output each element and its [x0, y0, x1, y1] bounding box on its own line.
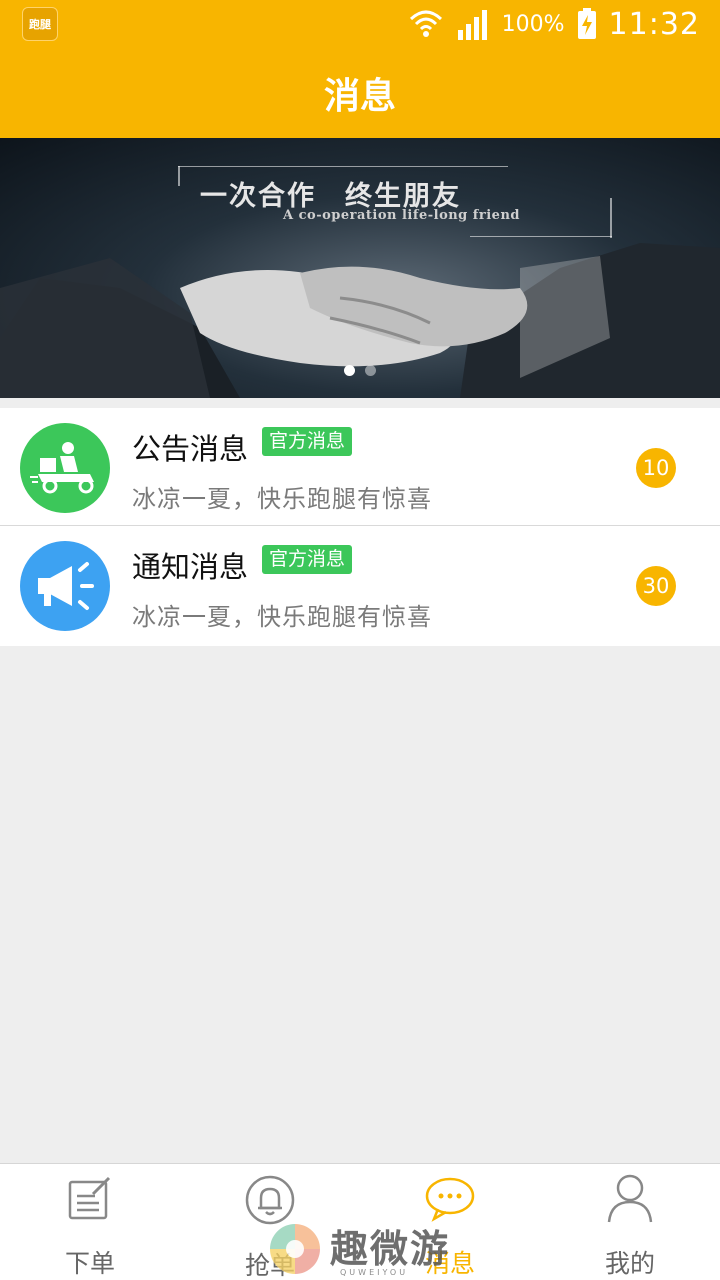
tab-label: 消息	[424, 1249, 475, 1278]
user-icon	[607, 1174, 653, 1223]
message-title: 通知消息	[132, 550, 249, 584]
tab-mine[interactable]: 我的	[540, 1164, 720, 1280]
delivery-rider-icon	[30, 442, 94, 494]
bell-icon	[245, 1175, 295, 1225]
official-tag: 官方消息	[262, 427, 353, 456]
megaphone-icon	[38, 562, 94, 610]
status-bar: 跑腿 100% 11:32	[0, 0, 720, 48]
wifi-icon	[409, 10, 442, 37]
tab-grab-order[interactable]: 抢单	[180, 1164, 360, 1280]
app-icon-label: 跑腿	[29, 18, 51, 31]
message-preview: 冰凉一夏，快乐跑腿有惊喜	[132, 485, 432, 513]
bottom-tab-bar: 下单 抢单 消息 我的	[0, 1163, 720, 1280]
official-tag: 官方消息	[262, 545, 353, 574]
banner-subtitle: A co-operation life-long friend	[283, 208, 520, 223]
page-title: 消息	[323, 76, 396, 117]
message-title: 公告消息	[132, 432, 249, 466]
tab-label: 我的	[604, 1249, 655, 1278]
unread-badge: 10	[636, 448, 676, 488]
header: 消息	[0, 48, 720, 138]
tab-label: 抢单	[244, 1251, 295, 1280]
message-item-announcement[interactable]: 公告消息 官方消息 冰凉一夏，快乐跑腿有惊喜 10	[0, 408, 720, 526]
carousel-indicator	[0, 365, 720, 376]
carousel-dot-1[interactable]	[344, 365, 355, 376]
battery-charging-icon	[577, 8, 596, 39]
unread-badge: 30	[636, 566, 676, 606]
banner-carousel[interactable]: 一次合作 终生朋友 A co-operation life-long frien…	[0, 138, 720, 398]
tab-order[interactable]: 下单	[0, 1164, 180, 1280]
status-indicators: 100% 11:32	[408, 7, 700, 42]
message-list: 公告消息 官方消息 冰凉一夏，快乐跑腿有惊喜 10 通知消息 官方消息 冰凉一夏…	[0, 408, 720, 646]
notification-avatar	[20, 541, 110, 631]
battery-percent: 100%	[501, 11, 565, 37]
app-notification-icon: 跑腿	[22, 7, 58, 41]
message-preview: 冰凉一夏，快乐跑腿有惊喜	[132, 603, 432, 631]
carousel-dot-2[interactable]	[365, 365, 376, 376]
chat-icon	[425, 1177, 475, 1222]
announcement-avatar	[20, 423, 110, 513]
edit-icon	[68, 1176, 111, 1220]
tab-label: 下单	[64, 1249, 115, 1278]
message-item-notification[interactable]: 通知消息 官方消息 冰凉一夏，快乐跑腿有惊喜 30	[0, 526, 720, 646]
clock: 11:32	[608, 6, 700, 42]
signal-icon	[457, 10, 487, 40]
tab-messages[interactable]: 消息	[360, 1164, 540, 1280]
